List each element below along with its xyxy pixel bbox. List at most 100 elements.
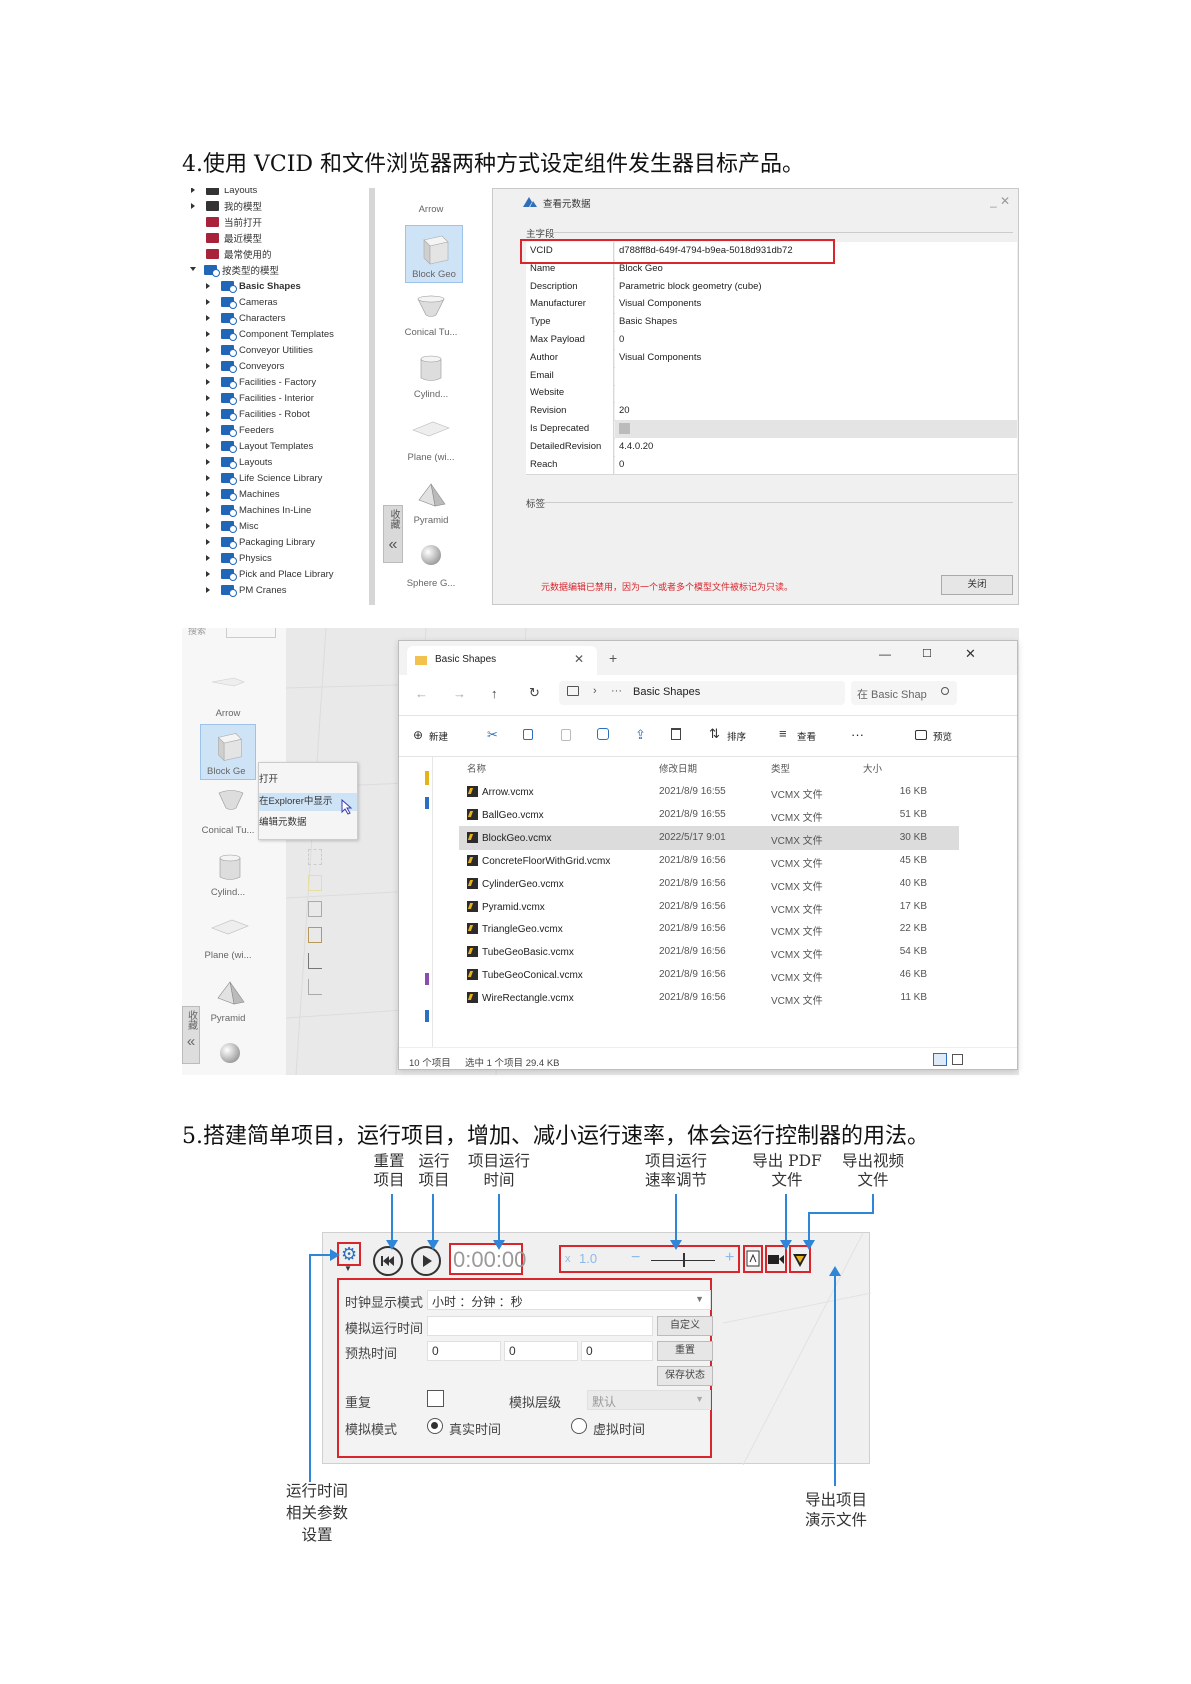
tree-item[interactable]: Packaging Library bbox=[182, 534, 315, 550]
tree-item[interactable]: Pick and Place Library bbox=[182, 566, 334, 582]
close-button[interactable]: 关闭 bbox=[941, 575, 1013, 595]
tree-item[interactable]: 我的模型 bbox=[182, 198, 262, 214]
metadata-value[interactable] bbox=[615, 384, 1017, 403]
cut-icon[interactable]: ✂ bbox=[487, 727, 498, 743]
custom-button[interactable]: 自定义 bbox=[657, 1316, 713, 1336]
file-row[interactable]: BallGeo.vcmx 2021/8/9 16:55 VCMX 文件 51 KB bbox=[459, 803, 959, 827]
shape-label-cylinder[interactable]: Cylind... bbox=[381, 389, 481, 400]
tree-item[interactable]: Facilities - Interior bbox=[182, 390, 314, 406]
expand-right-icon[interactable] bbox=[206, 283, 212, 289]
speed-increase-button[interactable]: + bbox=[725, 1249, 734, 1267]
frame-icon[interactable] bbox=[308, 849, 322, 865]
navigation-pane[interactable] bbox=[399, 757, 433, 1047]
menu-item-open[interactable]: 打开 bbox=[259, 771, 357, 789]
expand-right-icon[interactable] bbox=[206, 347, 212, 353]
col-name[interactable]: 名称 bbox=[467, 761, 486, 775]
refresh-icon[interactable]: ↻ bbox=[529, 685, 540, 701]
save-state-button[interactable]: 保存状态 bbox=[657, 1366, 713, 1386]
expand-right-icon[interactable] bbox=[206, 363, 212, 369]
new-tab-button[interactable]: + bbox=[609, 650, 617, 666]
copy-icon[interactable] bbox=[523, 729, 533, 740]
file-row[interactable]: TubeGeoConical.vcmx 2021/8/9 16:56 VCMX 文件… bbox=[459, 963, 959, 987]
file-row[interactable]: Pyramid.vcmx 2021/8/9 16:56 VCMX 文件 17 KB bbox=[459, 895, 959, 919]
metadata-value[interactable] bbox=[615, 420, 1017, 438]
tree-item[interactable]: Characters bbox=[182, 310, 285, 326]
tiles-view-icon[interactable] bbox=[952, 1054, 963, 1065]
maximize-button[interactable]: ☐ bbox=[922, 647, 932, 660]
tree-item[interactable]: Conveyor Utilities bbox=[182, 342, 313, 358]
tree-item[interactable]: Misc bbox=[182, 518, 259, 534]
tree-item[interactable]: Component Templates bbox=[182, 326, 334, 342]
axis-2-icon[interactable] bbox=[308, 979, 322, 995]
expand-right-icon[interactable] bbox=[206, 299, 212, 305]
expand-right-icon[interactable] bbox=[206, 539, 212, 545]
shape-label-arrow-2[interactable]: Arrow bbox=[182, 708, 278, 719]
expand-right-icon[interactable] bbox=[206, 331, 212, 337]
view-button[interactable]: 查看 bbox=[797, 729, 816, 743]
box-icon[interactable] bbox=[308, 901, 322, 917]
file-row[interactable]: ConcreteFloorWithGrid.vcmx 2021/8/9 16:56… bbox=[459, 849, 959, 873]
tree-item[interactable]: Machines In-Line bbox=[182, 502, 311, 518]
address-bar[interactable]: › ··· Basic Shapes bbox=[559, 681, 845, 705]
shape-label-plane[interactable]: Plane (wi... bbox=[381, 452, 481, 463]
search-box[interactable]: 在 Basic Shap bbox=[851, 681, 957, 705]
favorites-side-tab-2[interactable]: 收藏 « bbox=[182, 1006, 200, 1064]
delete-icon[interactable] bbox=[671, 728, 681, 740]
shape-tile-selected[interactable]: Block Geo bbox=[405, 225, 463, 283]
expand-right-icon[interactable] bbox=[206, 395, 212, 401]
expand-right-icon[interactable] bbox=[206, 315, 212, 321]
tree-item[interactable]: PM Cranes bbox=[182, 582, 287, 598]
expand-right-icon[interactable] bbox=[206, 587, 212, 593]
shape-tile-selected-2[interactable]: Block Ge bbox=[200, 724, 256, 780]
sort-button[interactable]: 排序 bbox=[727, 729, 746, 743]
tree-item[interactable]: Layout Templates bbox=[182, 438, 313, 454]
metadata-value[interactable]: 4.4.0.20 bbox=[615, 437, 1017, 456]
expand-right-icon[interactable] bbox=[206, 491, 212, 497]
tab-basic-shapes[interactable]: Basic Shapes ✕ bbox=[407, 646, 597, 675]
new-button[interactable]: 新建 bbox=[429, 729, 448, 743]
search-tools[interactable] bbox=[226, 628, 276, 638]
tree-item[interactable]: 最常使用的 bbox=[182, 246, 272, 262]
reset-button[interactable] bbox=[373, 1246, 403, 1276]
tree-item[interactable]: 按类型的模型 bbox=[182, 262, 279, 278]
cube-view-icon[interactable] bbox=[308, 927, 322, 943]
tree-item[interactable]: Feeders bbox=[182, 422, 274, 438]
expand-right-icon[interactable] bbox=[206, 411, 212, 417]
tree-item[interactable]: Layouts bbox=[182, 454, 272, 470]
col-modified[interactable]: 修改日期 bbox=[659, 761, 697, 775]
tree-item[interactable]: Facilities - Robot bbox=[182, 406, 310, 422]
file-row[interactable]: TriangleGeo.vcmx 2021/8/9 16:56 VCMX 文件 22 … bbox=[459, 917, 959, 941]
search-stub[interactable]: 搜索 bbox=[188, 628, 206, 637]
new-icon[interactable]: ⊕ bbox=[413, 728, 423, 742]
paste-icon[interactable] bbox=[561, 729, 571, 741]
shape-label-arrow[interactable]: Arrow bbox=[381, 204, 481, 215]
menu-item-edit-metadata[interactable]: 编辑元数据 bbox=[259, 814, 357, 832]
tree-item[interactable]: Cameras bbox=[182, 294, 278, 310]
col-type[interactable]: 类型 bbox=[771, 761, 790, 775]
tree-item[interactable]: Physics bbox=[182, 550, 272, 566]
col-size[interactable]: 大小 bbox=[863, 761, 882, 775]
expand-right-icon[interactable] bbox=[206, 523, 212, 529]
shape-label-plane-2[interactable]: Plane (wi... bbox=[182, 950, 278, 961]
metadata-value[interactable]: Visual Components bbox=[615, 348, 1017, 367]
sort-icon[interactable]: ⇅ bbox=[709, 726, 720, 742]
tree-item[interactable]: Basic Shapes bbox=[182, 278, 301, 294]
tree-item[interactable]: Facilities - Factory bbox=[182, 374, 316, 390]
expand-right-icon[interactable] bbox=[206, 427, 212, 433]
file-row[interactable]: CylinderGeo.vcmx 2021/8/9 16:56 VCMX 文件 40 … bbox=[459, 872, 959, 896]
warmup-seconds[interactable]: 0 bbox=[581, 1341, 653, 1361]
axis-icon[interactable] bbox=[308, 953, 322, 969]
view-icon[interactable]: ≡ bbox=[779, 726, 787, 741]
tree-item[interactable]: 最近模型 bbox=[182, 230, 262, 246]
metadata-value[interactable] bbox=[615, 366, 1017, 385]
shape-label-sphere[interactable]: Sphere G... bbox=[381, 578, 481, 589]
minimize-button[interactable]: — bbox=[879, 647, 891, 661]
reset-settings-button[interactable]: 重置 bbox=[657, 1341, 713, 1361]
viewport-toolbar[interactable] bbox=[308, 823, 332, 1003]
file-row[interactable]: Arrow.vcmx 2021/8/9 16:55 VCMX 文件 16 KB bbox=[459, 780, 959, 804]
metadata-value[interactable]: 20 bbox=[615, 402, 1017, 421]
tree-item[interactable]: Layouts bbox=[182, 188, 257, 198]
metadata-value[interactable]: Visual Components bbox=[615, 295, 1017, 314]
collapse-icon[interactable]: « bbox=[384, 537, 402, 553]
tree-item[interactable]: Conveyors bbox=[182, 358, 284, 374]
